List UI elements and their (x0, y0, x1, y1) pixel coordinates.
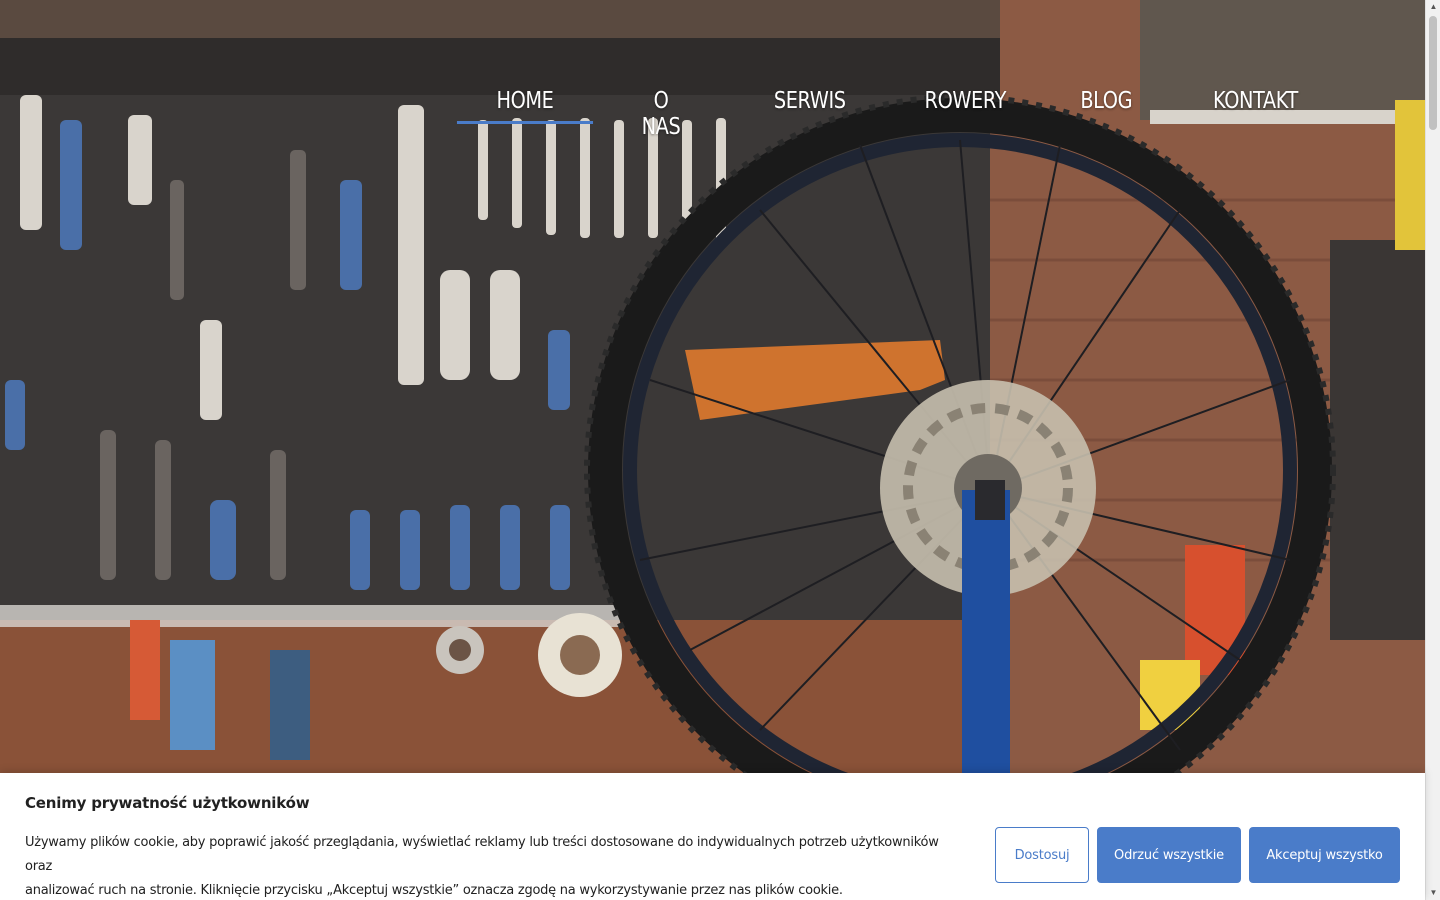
nav-item-label: SERWIS (773, 88, 846, 114)
nav-item-serwis[interactable]: SERWIS (774, 84, 846, 124)
cookie-consent-banner: Cenimy prywatność użytkowników Używamy p… (0, 773, 1425, 900)
hero-background-image (0, 0, 1425, 900)
nav-item-home[interactable]: HOME (456, 84, 594, 124)
nav-item-label: KONTAKT (1213, 88, 1298, 114)
nav-item-label: ROWERY (924, 88, 1007, 114)
main-navigation: HOME O NAS SERWIS ROWERY BLOG KONTAKT (456, 84, 1298, 140)
cookie-banner-text: Używamy plików cookie, aby poprawić jako… (25, 831, 945, 900)
nav-item-label: O NAS (641, 88, 681, 140)
scroll-down-arrow-icon[interactable]: ▼ (1426, 886, 1440, 900)
nav-item-label: HOME (496, 88, 554, 114)
scroll-up-arrow-icon[interactable]: ▲ (1426, 0, 1440, 14)
customize-button[interactable]: Dostosuj (995, 827, 1089, 883)
nav-item-o-nas[interactable]: O NAS (637, 84, 686, 150)
nav-item-blog[interactable]: BLOG (1080, 84, 1132, 124)
nav-item-kontakt[interactable]: KONTAKT (1213, 84, 1298, 124)
nav-item-label: BLOG (1080, 88, 1133, 114)
nav-item-rowery[interactable]: ROWERY (925, 84, 1007, 124)
page-scrollbar[interactable]: ▲ ▼ (1425, 0, 1440, 900)
cookie-banner-text-line: analizować ruch na stronie. Kliknięcie p… (25, 883, 843, 898)
cookie-banner-title: Cenimy prywatność użytkowników (25, 794, 310, 812)
scrollbar-thumb[interactable] (1429, 16, 1437, 130)
workshop-illustration (0, 0, 1425, 900)
cookie-banner-text-line: Używamy plików cookie, aby poprawić jako… (25, 835, 939, 874)
reject-all-button[interactable]: Odrzuć wszystkie (1097, 827, 1241, 883)
accept-all-button[interactable]: Akceptuj wszystko (1249, 827, 1400, 883)
